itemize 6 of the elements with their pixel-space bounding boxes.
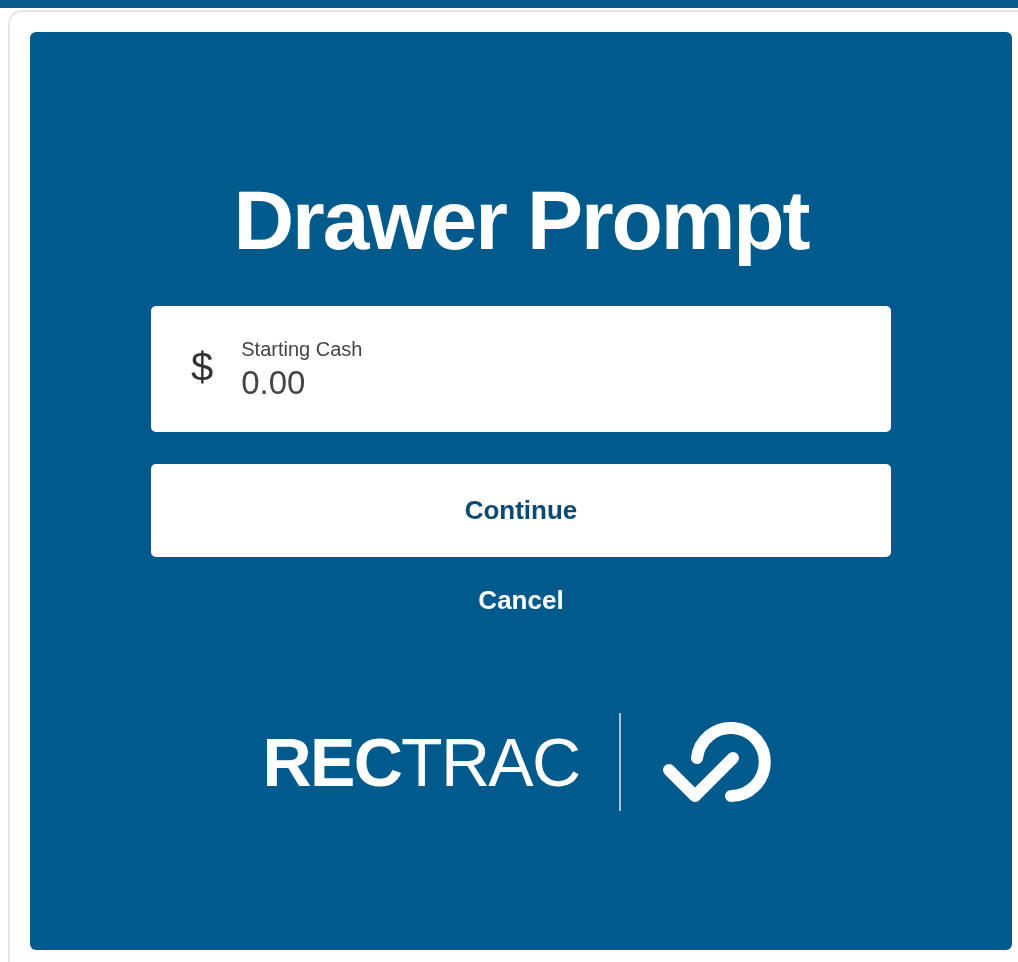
logo-wordmark: RECTRAC [262, 728, 580, 796]
currency-prefix: $ [191, 344, 214, 391]
field-label: Starting Cash [241, 336, 364, 362]
field-value[interactable]: 0.00 [241, 361, 642, 404]
cancel-link[interactable]: Cancel [478, 587, 564, 613]
continue-button[interactable]: Continue [151, 464, 891, 557]
